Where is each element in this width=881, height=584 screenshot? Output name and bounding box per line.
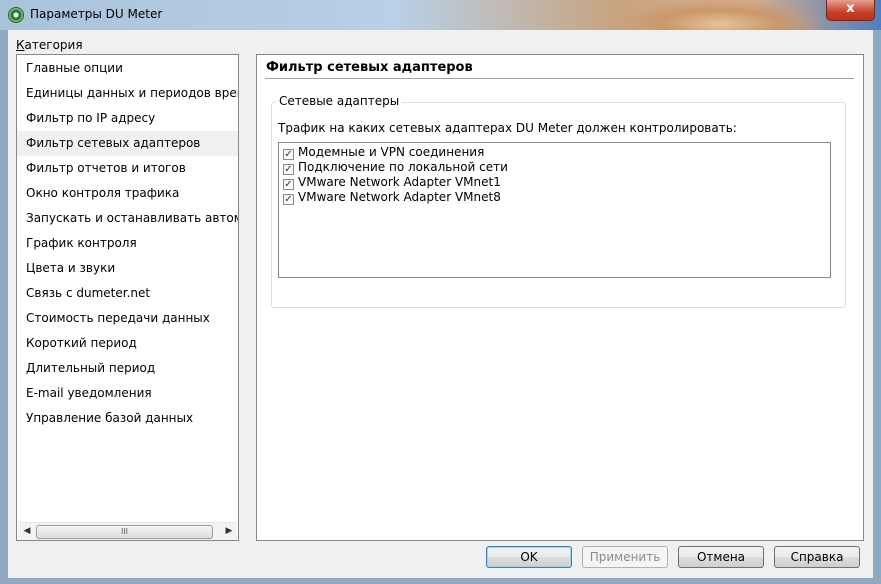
cancel-button[interactable]: Отмена <box>678 546 764 568</box>
panel-title-divider <box>265 78 854 79</box>
scroll-thumb[interactable]: III <box>36 525 213 539</box>
help-button[interactable]: Справка <box>774 546 860 568</box>
category-item[interactable]: Фильтр по IP адресу <box>17 106 238 131</box>
network-adapters-group-label: Сетевые адаптеры <box>276 94 403 108</box>
scroll-right-arrow-icon[interactable]: ▶ <box>221 523 237 540</box>
scroll-left-arrow-icon[interactable]: ◀ <box>19 523 35 540</box>
category-item[interactable]: График контроля <box>17 231 238 256</box>
adapter-checklist-item[interactable]: ✓ VMware Network Adapter VMnet1 <box>283 175 501 190</box>
close-button[interactable]: x <box>826 0 875 21</box>
du-meter-app-icon[interactable] <box>8 7 24 23</box>
window-title: Параметры DU Meter <box>30 7 163 21</box>
checkbox-checked-icon[interactable]: ✓ <box>283 179 294 190</box>
category-item[interactable]: Главные опции <box>17 56 238 81</box>
category-item[interactable]: Цвета и звуки <box>17 256 238 281</box>
dialog-client-area: Категория Главные опции Единицы данных и … <box>8 30 873 578</box>
title-bar[interactable]: Параметры DU Meter x <box>0 0 881 30</box>
adapters-checklist[interactable]: ✓ Модемные и VPN соединения ✓ Подключение п… <box>278 142 831 278</box>
category-label-rest: атегория <box>24 38 83 52</box>
desktop-background-glimpse <box>620 0 820 30</box>
category-label: Категория <box>16 38 83 52</box>
category-item[interactable]: Запускать и останавливать автоматически <box>17 206 238 231</box>
category-item[interactable]: Короткий период <box>17 331 238 356</box>
adapter-label: Модемные и VPN соединения <box>298 145 485 159</box>
category-item[interactable]: Стоимость передачи данных <box>17 306 238 331</box>
category-list-horizontal-scrollbar[interactable]: ◀ III ▶ <box>18 522 237 540</box>
category-item[interactable]: Фильтр отчетов и итогов <box>17 156 238 181</box>
panel-title: Фильтр сетевых адаптеров <box>266 60 473 75</box>
category-item[interactable]: Фильтр сетевых адаптеров <box>17 131 238 156</box>
checkbox-checked-icon[interactable]: ✓ <box>283 149 294 160</box>
checkbox-checked-icon[interactable]: ✓ <box>283 164 294 175</box>
category-item[interactable]: Окно контроля трафика <box>17 181 238 206</box>
category-item[interactable]: Длительный период <box>17 356 238 381</box>
category-item[interactable]: Единицы данных и периодов времени <box>17 81 238 106</box>
adapter-checklist-item[interactable]: ✓ VMware Network Adapter VMnet8 <box>283 190 501 205</box>
settings-panel: Фильтр сетевых адаптеров Сетевые адаптер… <box>256 54 864 541</box>
adapter-label: VMware Network Adapter VMnet1 <box>298 175 501 189</box>
category-item[interactable]: Связь с dumeter.net <box>17 281 238 306</box>
adapter-label: VMware Network Adapter VMnet8 <box>298 190 501 204</box>
adapter-label: Подключение по локальной сети <box>298 160 508 174</box>
category-item[interactable]: E-mail уведомления <box>17 381 238 406</box>
ok-button[interactable]: OK <box>486 546 572 568</box>
category-item[interactable]: Управление базой данных <box>17 406 238 431</box>
adapters-description: Трафик на каких сетевых адаптерах DU Met… <box>278 121 737 135</box>
adapter-checklist-item[interactable]: ✓ Модемные и VPN соединения <box>283 145 484 160</box>
category-list[interactable]: Главные опции Единицы данных и периодов в… <box>16 54 239 541</box>
category-label-mnemonic: К <box>16 38 25 52</box>
adapter-checklist-item[interactable]: ✓ Подключение по локальной сети <box>283 160 508 175</box>
checkbox-checked-icon[interactable]: ✓ <box>283 194 294 205</box>
apply-button[interactable]: Применить <box>582 546 668 568</box>
